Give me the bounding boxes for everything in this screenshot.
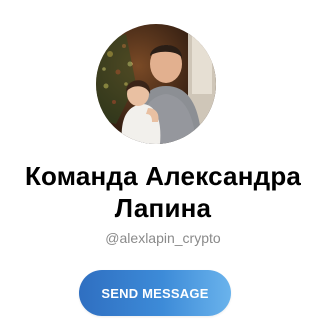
channel-title: Команда Александра Лапина <box>24 161 302 223</box>
profile-card: Команда Александра Лапина @alexlapin_cry… <box>0 0 326 325</box>
send-message-button[interactable]: SEND MESSAGE <box>79 270 231 316</box>
username-link[interactable]: @alexlapin_crypto <box>0 229 326 247</box>
avatar[interactable] <box>96 24 216 144</box>
profile-photo-icon <box>96 24 216 144</box>
